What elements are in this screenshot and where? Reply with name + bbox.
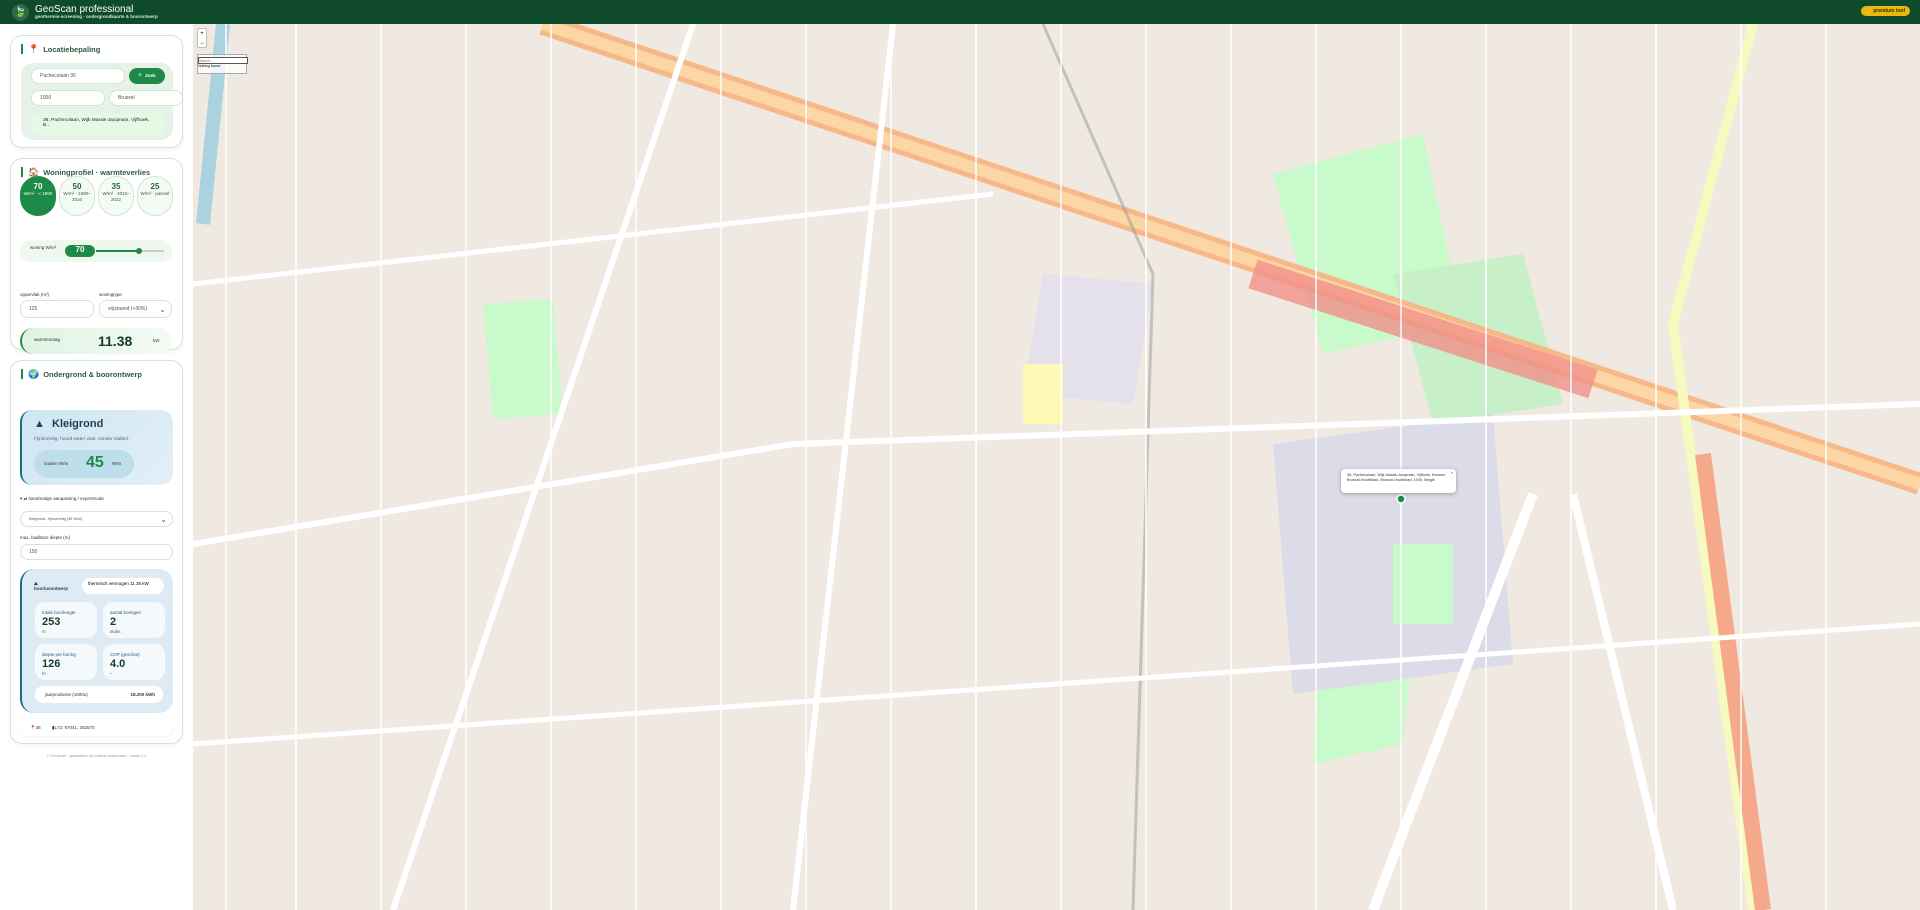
soil-name: Kleigrond [52,418,104,430]
location-title: Locatiebepaling [43,44,101,54]
map-pin-icon: 📍 [28,43,40,54]
soil-select[interactable]: Kleigrond - fijnkorrelig (45 W/m) ⌄ [20,511,173,527]
area-input[interactable]: 125 [20,300,94,318]
area-label: oppervlak (m²) [20,292,50,297]
insulation-option-35[interactable]: 35 W/m² · 2010–2022 [98,176,134,216]
ground-title: Ondergrond & boorontwerp [43,369,142,379]
wattage-slider[interactable] [96,248,164,254]
map-tiles[interactable] [193,24,1920,910]
geocode-result: 36, Pachecolaan, Wijk Marais-Jacqmain, V… [31,113,165,135]
leaf-logo-icon: 🍃 [12,3,29,21]
wattage-slider-row: woning W/m² 70 [20,240,172,262]
premium-badge[interactable]: 👑 premium tool [1860,6,1910,16]
soil-card: ▲ Kleigrond Fijnkorrelig, houdt water va… [20,410,173,485]
city-input[interactable]: Brussel [109,90,183,106]
insulation-option-50[interactable]: 50 W/m² · 1990–2010 [59,176,95,216]
zoom-in-button[interactable]: + [198,29,206,39]
app-subtitle: geothermie-screening · ondergrondkaarte … [35,13,158,19]
profile-title: Woningprofiel · warmteverlies [43,167,151,177]
type-label: woningtype [99,292,122,297]
heat-demand: warmtevraag 11.38 kW [20,328,172,354]
expert-toggle[interactable]: ▾ ⇄ handmatige aanpassing / expertmode [20,496,104,502]
sidebar: 📍 Locatiebepaling Pachecolaan 36 🔍 Zoek 1… [0,24,193,910]
coords-bar: 📍36 ▮L72: 97041, 252570 [20,719,173,736]
zoom-out-button[interactable]: − [198,39,206,49]
insulation-option-70[interactable]: 70 W/m² · < 1990 [20,176,56,216]
design-stat: aantal boringen 2 stuks [103,602,165,638]
map-search-input[interactable] [198,57,248,64]
depth-label: max. haalbare diepte (m) [20,535,71,540]
street-input[interactable]: Pachecolaan 36 [31,68,125,84]
app-header: 🍃 GeoScan professional geothermie-screeni… [0,0,1920,24]
close-icon[interactable]: × [1451,471,1453,476]
zoom-controls: + − [197,28,207,48]
map-popup: 36, Pachecolaan, Wijk Marais-Jacqmain, V… [1341,469,1456,493]
design-stat: totale boorlengte 253 m [35,602,97,638]
map-search: Nothing found. [197,54,248,74]
location-marker[interactable] [1396,494,1406,504]
globe-icon: 🌍 [28,368,40,379]
slider-label: woning W/m² [30,245,57,250]
design-stat: diepte per boring 126 m [35,644,97,680]
search-button[interactable]: 🔍 Zoek [129,68,165,84]
soil-desc: Fijnkorrelig, houdt water vast, minder s… [34,437,130,442]
depth-input[interactable]: 150 [20,544,173,560]
insulation-option-25[interactable]: 25 W/m² · passief [137,176,173,216]
slider-value: 70 [65,245,95,257]
mountain-icon: ▲ [34,418,45,430]
map[interactable]: +− Nothing found. 36, Pachecolaan, Wijk … [193,24,1920,910]
postcode-input[interactable]: 1000 [31,90,105,106]
footer: © GeoScan · gebaseerd op externe bodemda… [46,754,147,758]
design-stat: COP (geschat) 4.0– [103,644,165,680]
heat-demand-value: 11.38 [98,333,133,349]
location-card: 📍 Locatiebepaling Pachecolaan 36 🔍 Zoek 1… [10,35,183,148]
bodem-value: 45 [86,454,104,471]
annual-production: jaarproductie (1600u) 18.200 kWh [35,686,163,703]
design-panel: ⛰ boorlusontwerp thermisch vermogen 11.38… [20,569,173,713]
chevron-down-icon: ⌄ [159,304,166,314]
design-title: ⛰ boorlusontwerp [34,581,68,591]
type-select[interactable]: vrijstaand (+30%) ⌄ [99,300,172,318]
chevron-down-icon: ⌄ [160,514,167,524]
map-search-hint: Nothing found. [198,64,221,68]
capacity-badge: thermisch vermogen 11.38 kW [82,578,164,594]
